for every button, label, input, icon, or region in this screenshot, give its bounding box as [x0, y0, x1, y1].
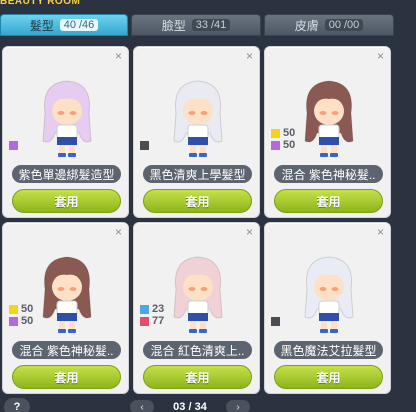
color-swatch: [140, 139, 149, 151]
color-swatch: 50: [9, 315, 33, 327]
tab-label: 髮型: [29, 18, 54, 33]
next-page-button[interactable]: ›: [225, 400, 250, 412]
style-card[interactable]: × 23 77 混合 紅色清爽上.. 套用: [133, 222, 260, 394]
color-mix: [140, 139, 149, 151]
color-square-icon: [9, 316, 18, 326]
character-preview: [304, 80, 354, 157]
color-square-icon: [140, 316, 149, 326]
character-preview: [173, 80, 223, 157]
page-indicator: 03 / 34: [173, 401, 207, 412]
color-ratio: 50: [21, 315, 34, 327]
style-name: 混合 紅色清爽上..: [143, 341, 252, 359]
style-name: 紫色單邊綁髮造型: [12, 165, 121, 183]
tab-face[interactable]: 臉型 33 /41: [131, 14, 261, 36]
category-tabs: 髮型 40 /46 臉型 33 /41 皮膚 00 /00: [0, 14, 416, 38]
prev-page-button[interactable]: ‹: [130, 400, 154, 412]
apply-button[interactable]: 套用: [12, 365, 121, 389]
color-mix: 23 77: [140, 303, 164, 327]
window-title: BEAUTY ROOM: [0, 0, 81, 7]
character-preview: [304, 256, 354, 333]
tab-label: 臉型: [161, 18, 186, 33]
color-swatch: 50: [271, 127, 295, 139]
style-name: 黑色魔法艾拉髮型: [274, 341, 383, 359]
color-swatch: [9, 139, 18, 151]
color-mix: 50 50: [9, 303, 33, 327]
color-ratio: 77: [152, 315, 165, 327]
apply-button[interactable]: 套用: [143, 365, 252, 389]
help-button[interactable]: ?: [4, 398, 30, 412]
style-card[interactable]: × 50 50 混合 紫色神秘髮.. 套用: [2, 222, 129, 394]
style-card[interactable]: × 紫色單邊綁髮造型套用: [2, 46, 129, 218]
color-ratio: 23: [152, 303, 165, 315]
color-mix: [271, 315, 280, 327]
close-icon[interactable]: ×: [115, 50, 122, 62]
apply-button[interactable]: 套用: [274, 365, 383, 389]
style-card[interactable]: × 黑色清爽上學髮型套用: [133, 46, 260, 218]
close-icon[interactable]: ×: [246, 226, 253, 238]
character-preview: [42, 256, 92, 333]
character-preview: [173, 256, 223, 333]
color-mix: [9, 139, 18, 151]
color-square-icon: [140, 304, 149, 314]
color-swatch: [271, 315, 280, 327]
color-swatch: 50: [271, 139, 295, 151]
tab-skin[interactable]: 皮膚 00 /00: [264, 14, 394, 36]
color-square-icon: [271, 316, 280, 326]
style-name: 黑色清爽上學髮型: [143, 165, 252, 183]
tab-count: 40 /46: [59, 19, 99, 31]
color-square-icon: [271, 128, 280, 138]
tab-count: 33 /41: [191, 19, 231, 31]
color-square-icon: [9, 140, 18, 150]
color-ratio: 50: [283, 139, 296, 151]
style-name: 混合 紫色神秘髮..: [12, 341, 121, 359]
close-icon[interactable]: ×: [377, 226, 384, 238]
color-swatch: 50: [9, 303, 33, 315]
color-ratio: 50: [21, 303, 34, 315]
close-icon[interactable]: ×: [246, 50, 253, 62]
pager: ‹ 03 / 34 ›: [130, 400, 250, 412]
footer-bar: ? ‹ 03 / 34 ›: [0, 396, 416, 412]
color-ratio: 50: [283, 127, 296, 139]
tab-count: 00 /00: [324, 19, 364, 31]
style-name: 混合 紫色神秘髮..: [274, 165, 383, 183]
close-icon[interactable]: ×: [115, 226, 122, 238]
style-card[interactable]: × 黑色魔法艾拉髮型套用: [264, 222, 391, 394]
color-square-icon: [271, 140, 280, 150]
color-square-icon: [140, 140, 149, 150]
color-swatch: 23: [140, 303, 164, 315]
tab-hair[interactable]: 髮型 40 /46: [0, 14, 128, 36]
tab-label: 皮膚: [294, 18, 319, 33]
color-mix: 50 50: [271, 127, 295, 151]
apply-button[interactable]: 套用: [274, 189, 383, 213]
style-grid: × 紫色單邊綁髮造型 套用 × 黑色清爽上學髮型 套用 × 50 50 混合 紫色神秘髮.. 套用 ×…: [0, 42, 416, 394]
close-icon[interactable]: ×: [377, 50, 384, 62]
apply-button[interactable]: 套用: [12, 189, 121, 213]
apply-button[interactable]: 套用: [143, 189, 252, 213]
color-swatch: 77: [140, 315, 164, 327]
color-square-icon: [9, 304, 18, 314]
style-card[interactable]: × 50 50 混合 紫色神秘髮.. 套用: [264, 46, 391, 218]
character-preview: [42, 80, 92, 157]
